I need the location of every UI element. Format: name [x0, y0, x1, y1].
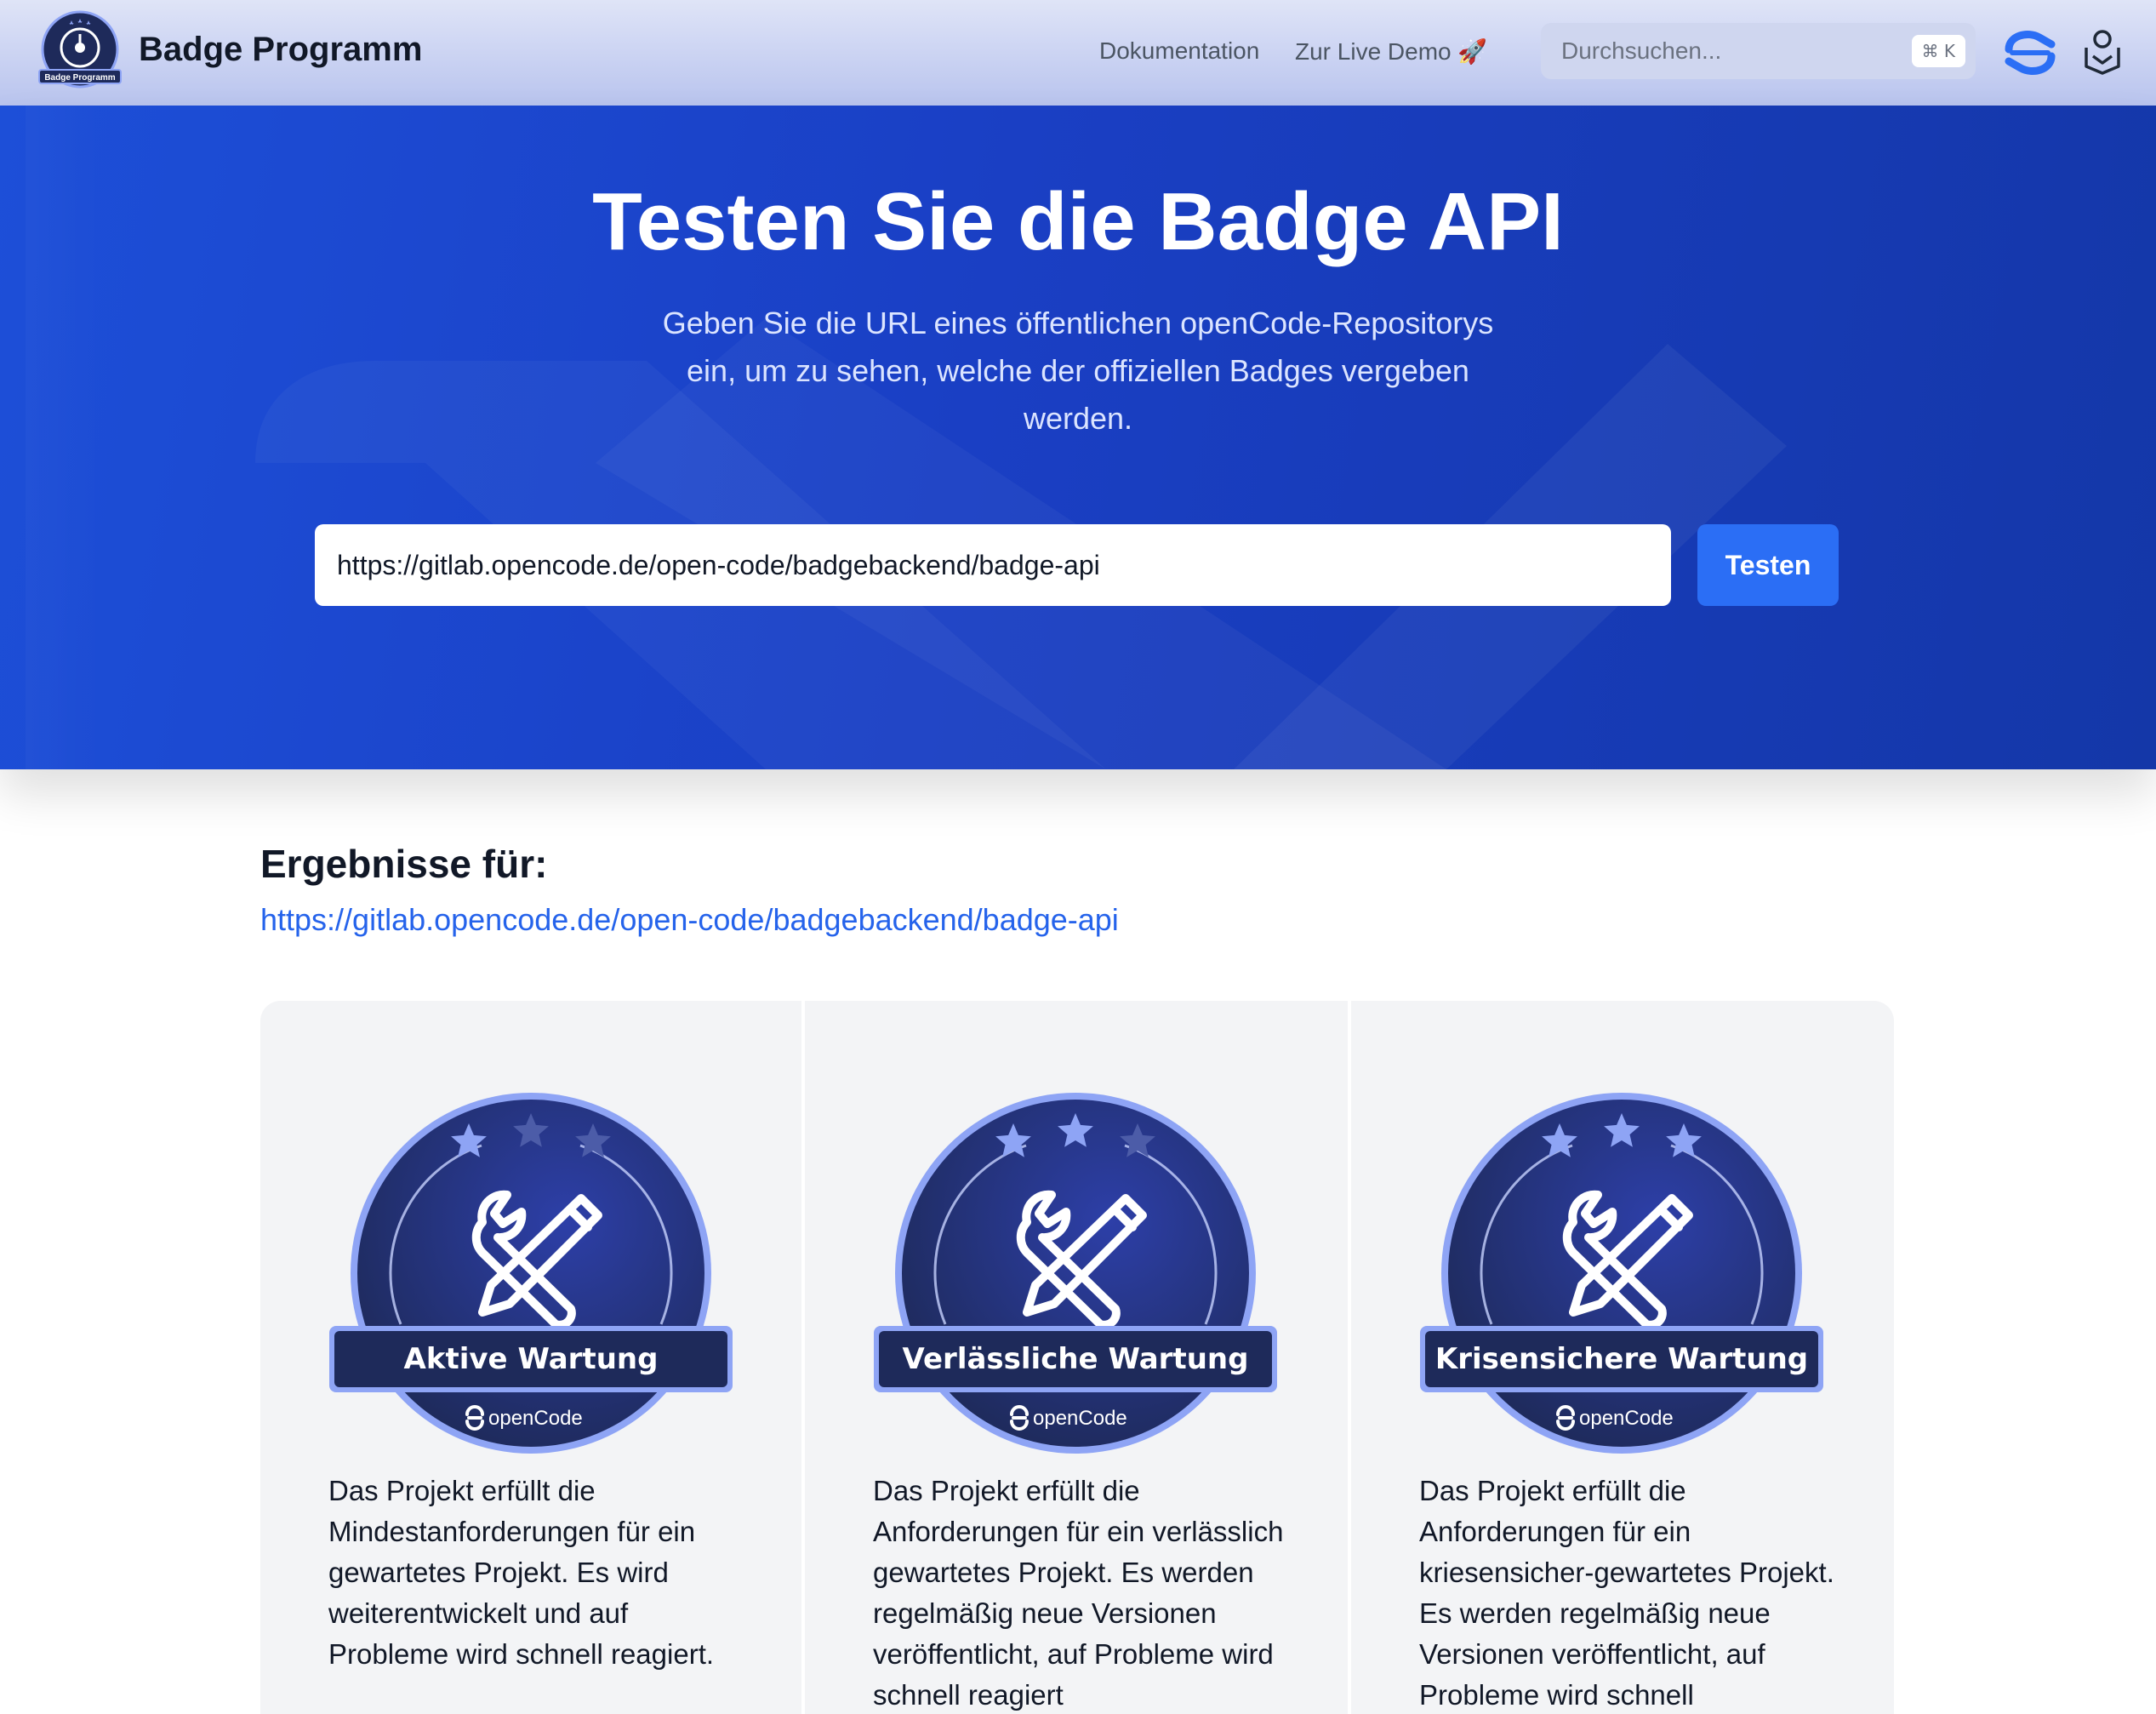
badge-description: Das Projekt erfüllt die Anforderungen fü… — [873, 1475, 1284, 1711]
badge-aktive-wartung: Aktive Wartung openCode — [329, 1093, 733, 1454]
hero-title: Testen Sie die Badge API — [592, 176, 1564, 267]
badge-cards-container: Aktive Wartung openCode Das Projekt erfül… — [260, 1001, 1894, 1714]
badge-card-krisensichere-wartung: Krisensichere Wartung openCode Das Projek… — [1351, 1001, 1894, 1714]
badge-title: Krisensichere Wartung — [1435, 1342, 1808, 1376]
hero-subtitle: Geben Sie die URL eines öffentlichen ope… — [662, 306, 1494, 436]
badge-description: Das Projekt erfüllt die Mindestanforderu… — [328, 1475, 715, 1670]
results-url-link[interactable]: https://gitlab.opencode.de/open-code/bad… — [260, 902, 1119, 938]
badge-card-verlaessliche-wartung: Verlässliche Wartung openCode Das Projekt… — [805, 1001, 1348, 1714]
badge-brand: openCode — [1033, 1407, 1127, 1430]
brand-title[interactable]: Badge Programm — [139, 31, 422, 69]
badge-icon[interactable] — [2083, 27, 2122, 77]
badge-card-aktive-wartung: Aktive Wartung openCode Das Projekt erfül… — [260, 1001, 803, 1714]
search-box[interactable]: ⌘ K — [1541, 23, 1976, 79]
badge-description: Das Projekt erfüllt die Anforderungen fü… — [1419, 1475, 1834, 1711]
badge-krisensichere-wartung: Krisensichere Wartung openCode — [1420, 1093, 1823, 1454]
nav-link-dokumentation[interactable]: Dokumentation — [1099, 37, 1259, 65]
badge-title: Verlässliche Wartung — [903, 1342, 1249, 1376]
search-input[interactable] — [1561, 33, 1885, 69]
hero-section: Testen Sie die Badge API Geben Sie die U… — [0, 106, 2156, 769]
opencode-icon[interactable] — [2002, 27, 2058, 78]
badge-brand: openCode — [488, 1407, 583, 1430]
nav-link-live-demo[interactable]: Zur Live Demo 🚀 — [1295, 37, 1487, 66]
badge-verlaessliche-wartung: Verlässliche Wartung openCode — [874, 1093, 1277, 1454]
badge-programm-logo[interactable]: Badge Programm — [37, 10, 123, 95]
test-button[interactable]: Testen — [1697, 524, 1839, 606]
logo-text: Badge Programm — [44, 73, 115, 83]
badge-title: Aktive Wartung — [404, 1342, 659, 1376]
search-shortcut-hint: ⌘ K — [1911, 35, 1965, 67]
badge-brand: openCode — [1579, 1407, 1674, 1430]
repository-url-input[interactable] — [315, 524, 1671, 606]
top-navbar: Badge Programm Badge Programm Dokumentat… — [0, 0, 2156, 106]
results-heading: Ergebnisse für: — [260, 842, 548, 886]
